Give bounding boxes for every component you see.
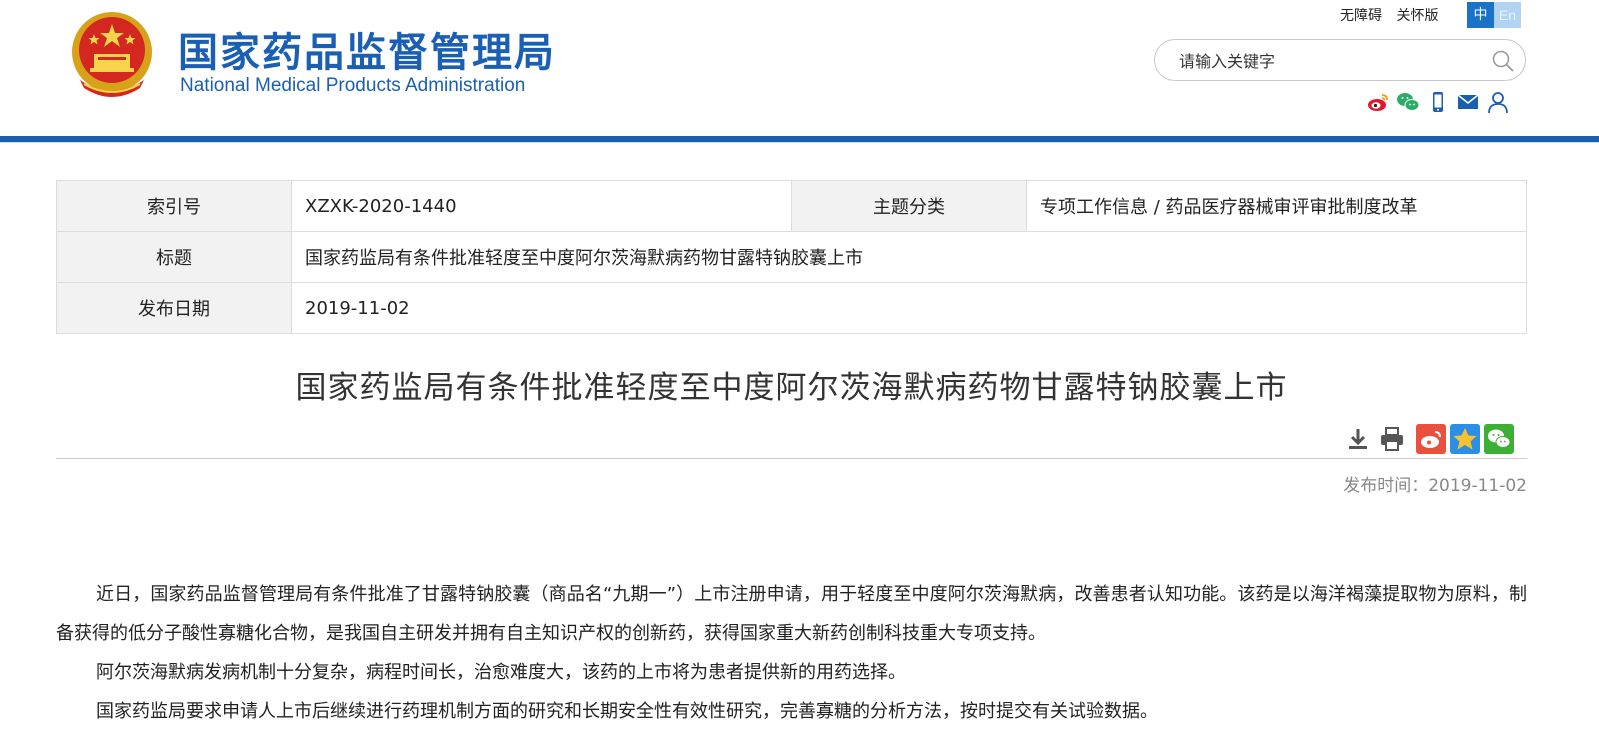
weibo-icon[interactable] [1366,90,1390,114]
article-paragraph: 近日，国家药品监督管理局有条件批准了甘露特钠胶囊（商品名“九期一”）上市注册申请… [56,584,1527,644]
wechat-share-icon[interactable] [1484,424,1514,454]
article-divider [56,458,1527,459]
user-icon[interactable] [1486,90,1510,114]
article-paragraph: 阿尔茨海默病发病机制十分复杂，病程时间长，治愈难度大，该药的上市将为患者提供新的… [96,662,906,683]
date-label: 发布日期 [56,282,292,334]
site-title-en[interactable]: National Medical Products Administration [180,75,525,97]
header-divider-line [0,142,1599,143]
info-row-index: 索引号 XZXK-2020-1440 主题分类 专项工作信息 / 药品医疗器械审… [56,180,1527,232]
index-label: 索引号 [56,180,292,232]
info-row-date: 发布日期 2019-11-02 [56,282,1527,334]
publish-time-value: 2019-11-02 [1428,476,1527,496]
site-header: 国家药品监督管理局 National Medical Products Admi… [0,0,1599,136]
weibo-share-icon[interactable] [1416,424,1446,454]
national-emblem-logo[interactable] [70,10,154,100]
publish-time-label: 发布时间： [1343,476,1429,496]
topic-label: 主题分类 [791,180,1027,232]
info-row-title: 标题 国家药监局有条件批准轻度至中度阿尔茨海默病药物甘露特钠胶囊上市 [56,231,1527,283]
wechat-icon[interactable] [1396,90,1420,114]
elder-care-link[interactable]: 关怀版 [1396,8,1438,24]
site-title-cn[interactable]: 国家药品监督管理局 [178,20,556,78]
topic-value: 专项工作信息 / 药品医疗器械审评审批制度改革 [1026,180,1527,232]
article-paragraph: 国家药监局要求申请人上市后继续进行药理机制方面的研究和长期安全性有效性研究，完善… [96,701,1158,722]
article-title: 国家药监局有条件批准轻度至中度阿尔茨海默病药物甘露特钠胶囊上市 [295,370,1288,406]
article-info-table: 索引号 XZXK-2020-1440 主题分类 专项工作信息 / 药品医疗器械审… [56,180,1527,334]
mail-icon[interactable] [1456,90,1480,114]
download-icon[interactable] [1344,425,1372,453]
top-links: 无障碍 关怀版 [1340,5,1448,25]
lang-en-button[interactable]: En [1494,2,1521,28]
accessibility-link[interactable]: 无障碍 [1340,8,1382,24]
lang-zh-button[interactable]: 中 [1467,2,1494,28]
index-value: XZXK-2020-1440 [291,180,792,232]
article-tools [1344,424,1514,454]
article-content: 近日，国家药品监督管理局有条件批准了甘露特钠胶囊（商品名“九期一”）上市注册申请… [56,575,1527,731]
mobile-icon[interactable] [1426,90,1450,114]
publish-time: 发布时间：2019-11-02 [1343,471,1527,496]
title-value: 国家药监局有条件批准轻度至中度阿尔茨海默病药物甘露特钠胶囊上市 [291,231,1527,283]
date-value: 2019-11-02 [291,282,1527,334]
search-box [1154,39,1526,81]
search-input[interactable] [1177,49,1481,73]
print-icon[interactable] [1378,425,1406,453]
search-icon[interactable] [1491,49,1515,73]
social-links [1366,90,1510,114]
favorite-star-icon[interactable] [1450,424,1480,454]
title-label: 标题 [56,231,292,283]
